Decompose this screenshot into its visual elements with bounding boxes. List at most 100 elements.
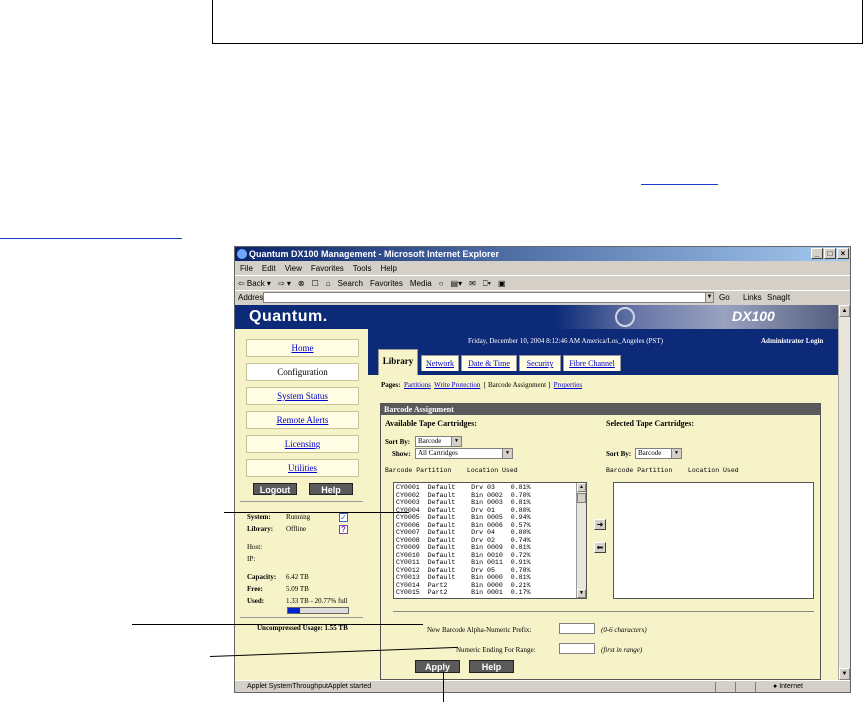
- menu-help[interactable]: Help: [380, 261, 396, 275]
- divider: [240, 617, 363, 618]
- selected-sort-by-select[interactable]: Barcode ▼: [635, 448, 682, 459]
- nav-licensing[interactable]: Licensing: [246, 435, 359, 453]
- scroll-thumb[interactable]: [577, 493, 586, 503]
- ending-input[interactable]: [559, 643, 595, 654]
- show-select[interactable]: All Cartridges ▼: [415, 448, 513, 459]
- links-button[interactable]: Links: [743, 291, 762, 305]
- go-button[interactable]: Go: [719, 291, 730, 305]
- scroll-down-icon[interactable]: ▼: [577, 589, 586, 598]
- quantum-logo: Quantum.: [249, 308, 328, 325]
- selected-sort-by-label: Sort By:: [606, 450, 632, 458]
- nav-home[interactable]: Home: [246, 339, 359, 357]
- chevron-down-icon: ▼: [451, 437, 461, 446]
- header-banner-image: [555, 305, 838, 329]
- ip-label: IP:: [247, 555, 256, 563]
- nav-system-status[interactable]: System Status: [246, 387, 359, 405]
- address-input[interactable]: [263, 292, 714, 303]
- divider: [755, 682, 756, 692]
- ie-icon: [237, 249, 247, 259]
- menu-edit[interactable]: Edit: [262, 261, 276, 275]
- free-row: Free: 5.09 TB: [247, 585, 309, 593]
- divider: [715, 682, 716, 692]
- system-value: Running: [286, 513, 311, 521]
- selected-title: Selected Tape Cartridges:: [606, 419, 694, 428]
- page-write-protection[interactable]: Write Protection: [434, 381, 480, 389]
- history-icon[interactable]: ○: [439, 276, 444, 290]
- system-label: System:: [247, 513, 271, 521]
- menu-file[interactable]: File: [240, 261, 253, 275]
- uncompressed-usage: Uncompressed Usage: 1.55 TB: [257, 624, 348, 632]
- page-partitions[interactable]: Partitions: [404, 381, 431, 389]
- list-item[interactable]: CY0015 Part2 Bin 0001 0.17%: [396, 589, 531, 597]
- callout-line: [443, 672, 444, 702]
- pages-label: Pages:: [381, 381, 401, 389]
- close-button[interactable]: ×: [837, 248, 849, 259]
- forward-button[interactable]: ⇨ ▾: [278, 276, 291, 290]
- divider: [393, 611, 814, 612]
- stop-icon[interactable]: ⊗: [298, 276, 305, 290]
- menu-tools[interactable]: Tools: [353, 261, 372, 275]
- usage-progress-bar: [287, 607, 349, 614]
- admin-login[interactable]: Administrator Login: [761, 337, 823, 345]
- chevron-down-icon: ▼: [502, 449, 512, 458]
- document-note-box: [212, 0, 863, 44]
- tab-date-time[interactable]: Date & Time: [461, 355, 517, 371]
- help-question-icon[interactable]: ?: [339, 525, 348, 534]
- main-header: Friday, December 10, 2004 8:12:46 AM Ame…: [368, 329, 838, 375]
- edit-menu-icon[interactable]: ⎕▾: [483, 276, 491, 290]
- help-button[interactable]: Help: [469, 660, 514, 673]
- snagit-button[interactable]: SnagIt: [767, 291, 790, 305]
- tab-security[interactable]: Security: [519, 355, 561, 371]
- usage-progress-fill: [288, 608, 301, 613]
- page-scrollbar[interactable]: ▲ ▼: [838, 305, 850, 680]
- library-label: Library:: [247, 525, 274, 533]
- tab-network[interactable]: Network: [421, 355, 459, 371]
- system-ok-icon: ✓: [339, 513, 348, 522]
- app-header: Quantum. DX100: [235, 305, 838, 329]
- nav-remote-alerts[interactable]: Remote Alerts: [246, 411, 359, 429]
- address-dropdown[interactable]: ▼: [705, 292, 714, 303]
- nav-utilities[interactable]: Utilities: [246, 459, 359, 477]
- move-left-button[interactable]: ⬅: [594, 542, 606, 553]
- status-bar: Applet SystemThroughputApplet started ● …: [235, 680, 850, 692]
- print-menu-icon[interactable]: ▤▾: [451, 276, 463, 290]
- selected-columns-header: Barcode Partition Location Used: [606, 467, 739, 474]
- page-properties[interactable]: Properties: [554, 381, 582, 389]
- scroll-down-icon[interactable]: ▼: [839, 668, 850, 680]
- apply-button[interactable]: Apply: [415, 660, 460, 673]
- back-button[interactable]: ⇦ Back ▾: [238, 276, 271, 290]
- mail-icon[interactable]: ✉: [469, 276, 476, 290]
- search-button[interactable]: Search: [338, 276, 363, 290]
- move-right-button[interactable]: ➜: [594, 519, 606, 530]
- logout-button[interactable]: Logout: [253, 483, 297, 495]
- list-scrollbar[interactable]: ▲ ▼: [576, 483, 586, 598]
- menu-view[interactable]: View: [285, 261, 302, 275]
- title-bar: Quantum DX100 Management - Microsoft Int…: [235, 247, 850, 261]
- tab-library[interactable]: Library: [378, 349, 418, 375]
- address-bar: Address ▼ Go Links SnagIt: [235, 291, 850, 305]
- home-icon[interactable]: ⌂: [326, 276, 331, 290]
- prefix-input[interactable]: [559, 623, 595, 634]
- nav-configuration[interactable]: Configuration: [246, 363, 359, 381]
- sort-by-value: Barcode: [418, 437, 442, 445]
- favorites-button[interactable]: Favorites: [370, 276, 403, 290]
- tab-fibre-channel[interactable]: Fibre Channel: [563, 355, 621, 371]
- browser-window: Quantum DX100 Management - Microsoft Int…: [234, 246, 851, 693]
- library-value: Offline: [286, 525, 307, 533]
- sort-by-select[interactable]: Barcode ▼: [415, 436, 462, 447]
- media-button[interactable]: Media: [410, 276, 432, 290]
- selected-cartridges-list[interactable]: [613, 482, 814, 599]
- discuss-icon[interactable]: ▣: [498, 276, 506, 290]
- minimize-button[interactable]: _: [811, 248, 823, 259]
- maximize-button[interactable]: □: [824, 248, 836, 259]
- free-label: Free:: [247, 585, 263, 593]
- scroll-up-icon[interactable]: ▲: [839, 305, 850, 317]
- sidebar-help-button[interactable]: Help: [309, 483, 353, 495]
- menu-favorites[interactable]: Favorites: [311, 261, 344, 275]
- refresh-icon[interactable]: ☐: [312, 276, 319, 290]
- scroll-up-icon[interactable]: ▲: [577, 483, 586, 492]
- ending-label: Numeric Ending For Range:: [456, 646, 536, 654]
- callout-line: [224, 512, 409, 513]
- divider: [240, 501, 363, 502]
- available-cartridges-list[interactable]: CY0001 Default Drv 03 0.81% CY0002 Defau…: [393, 482, 587, 599]
